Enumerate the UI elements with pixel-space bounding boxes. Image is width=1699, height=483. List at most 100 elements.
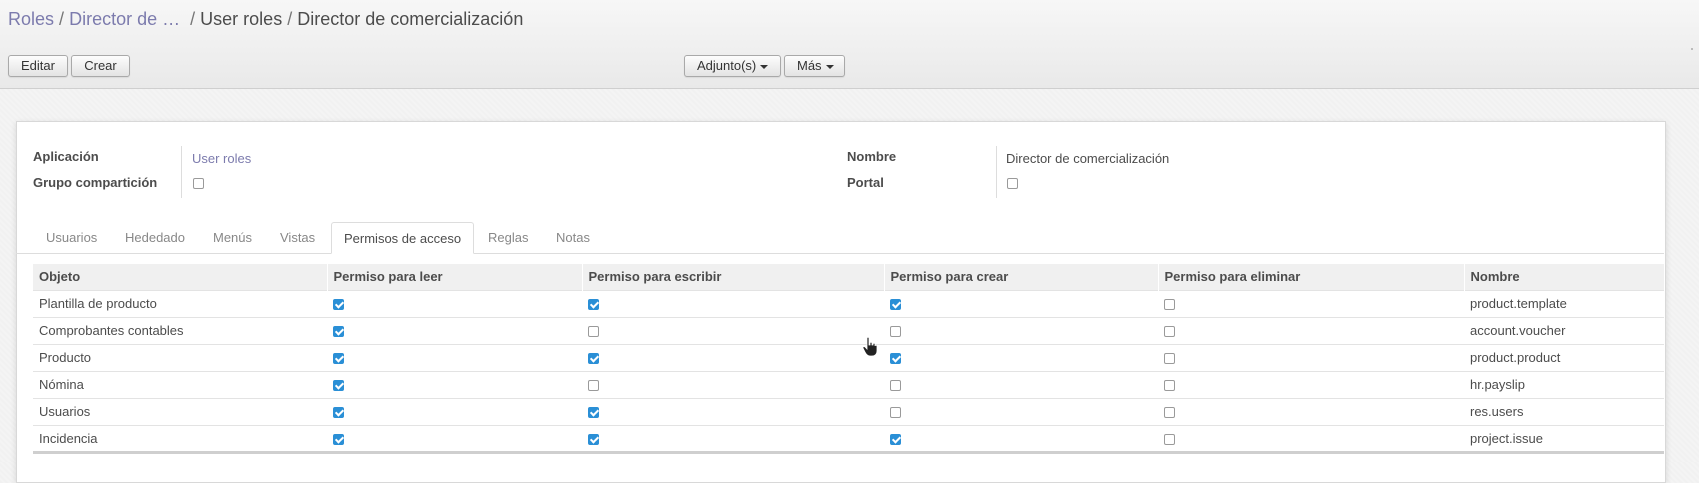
hand-cursor-icon (863, 337, 877, 357)
aplicacion-label: Aplicación (33, 149, 99, 164)
grupo-comparticion-checkbox[interactable] (193, 178, 204, 189)
read-permission-checkbox[interactable] (333, 299, 344, 311)
attachments-dropdown[interactable]: Adjunto(s) (684, 55, 781, 77)
cell-write (582, 424, 884, 452)
unlink-permission-checkbox[interactable] (1164, 434, 1175, 446)
caret-down-icon (760, 64, 769, 69)
cell-unlink (1158, 289, 1464, 317)
tab-permisos-de-acceso[interactable]: Permisos de acceso (331, 222, 475, 254)
write-permission-checkbox[interactable] (588, 434, 599, 446)
cell-objeto: Comprobantes contables (33, 316, 327, 344)
table-row[interactable]: Nómina hr.payslip (33, 370, 1664, 398)
create-permission-checkbox[interactable] (890, 407, 901, 419)
table-header-row: Objeto Permiso para leer Permiso para es… (33, 264, 1665, 290)
write-permission-checkbox[interactable] (588, 407, 599, 419)
unlink-permission-checkbox[interactable] (1164, 353, 1175, 365)
control-panel: Roles / Director de … / User roles / Dir… (0, 0, 1699, 89)
cell-objeto: Plantilla de producto (33, 289, 327, 317)
breadcrumb-separator: / (190, 9, 196, 29)
cell-nombre: product.template (1464, 289, 1664, 317)
grupo-comparticion-label: Grupo compartición (33, 175, 158, 190)
cell-read (327, 397, 582, 425)
column-header-escribir[interactable]: Permiso para escribir (582, 264, 885, 290)
unlink-permission-checkbox[interactable] (1164, 407, 1175, 419)
tab-menus[interactable]: Menús (201, 222, 264, 253)
write-permission-checkbox[interactable] (588, 299, 599, 311)
tab-hededado[interactable]: Hededado (113, 222, 197, 253)
write-permission-checkbox[interactable] (588, 380, 599, 392)
cell-nombre: project.issue (1464, 424, 1664, 452)
table-row[interactable]: Plantilla de producto product.template (33, 289, 1664, 317)
cell-create (884, 370, 1158, 398)
cell-read (327, 424, 582, 452)
breadcrumb-director[interactable]: Director de … (69, 9, 180, 29)
column-header-nombre[interactable]: Nombre (1464, 264, 1665, 290)
breadcrumb-user-roles: User roles (200, 9, 283, 29)
unlink-permission-checkbox[interactable] (1164, 299, 1175, 311)
column-header-crear[interactable]: Permiso para crear (884, 264, 1159, 290)
read-permission-checkbox[interactable] (333, 434, 344, 446)
cell-nombre: product.product (1464, 343, 1664, 371)
read-permission-checkbox[interactable] (333, 407, 344, 419)
table-row[interactable]: Comprobantes contables account.voucher (33, 316, 1664, 344)
column-header-eliminar[interactable]: Permiso para eliminar (1158, 264, 1465, 290)
table-footer (33, 451, 1664, 454)
read-permission-checkbox[interactable] (333, 353, 344, 365)
attachments-label: Adjunto(s) (697, 58, 757, 73)
more-label: Más (797, 58, 822, 73)
table-row[interactable]: Usuarios res.users (33, 397, 1664, 425)
write-permission-checkbox[interactable] (588, 353, 599, 365)
tab-usuarios[interactable]: Usuarios (34, 222, 109, 253)
create-permission-checkbox[interactable] (890, 434, 901, 446)
nombre-label: Nombre (847, 149, 897, 164)
cell-create (884, 343, 1158, 371)
portal-checkbox[interactable] (1007, 178, 1018, 189)
pager-marker (1691, 48, 1693, 50)
cell-read (327, 343, 582, 371)
breadcrumb: Roles / Director de … / User roles / Dir… (8, 8, 523, 30)
column-header-objeto[interactable]: Objeto (33, 264, 328, 290)
cell-read (327, 370, 582, 398)
create-permission-checkbox[interactable] (890, 380, 901, 392)
field-divider (181, 146, 182, 198)
read-permission-checkbox[interactable] (333, 380, 344, 392)
aplicacion-value[interactable]: User roles (192, 151, 251, 166)
create-permission-checkbox[interactable] (890, 299, 901, 311)
tab-notas[interactable]: Notas (544, 222, 602, 253)
cell-nombre: res.users (1464, 397, 1664, 425)
write-permission-checkbox[interactable] (588, 326, 599, 338)
cell-unlink (1158, 424, 1464, 452)
table-row[interactable]: Incidencia project.issue (33, 424, 1664, 452)
cell-write (582, 397, 884, 425)
create-permission-checkbox[interactable] (890, 353, 901, 365)
cell-unlink (1158, 370, 1464, 398)
cell-read (327, 289, 582, 317)
read-permission-checkbox[interactable] (333, 326, 344, 338)
cell-write (582, 316, 884, 344)
cell-objeto: Incidencia (33, 424, 327, 452)
cell-nombre: account.voucher (1464, 316, 1664, 344)
tab-reglas[interactable]: Reglas (476, 222, 540, 253)
cell-write (582, 343, 884, 371)
more-dropdown[interactable]: Más (784, 55, 845, 77)
unlink-permission-checkbox[interactable] (1164, 380, 1175, 392)
cell-unlink (1158, 397, 1464, 425)
column-header-leer[interactable]: Permiso para leer (327, 264, 583, 290)
breadcrumb-roles[interactable]: Roles (8, 9, 54, 29)
access-rights-table: Objeto Permiso para leer Permiso para es… (33, 264, 1665, 452)
create-permission-checkbox[interactable] (890, 326, 901, 338)
unlink-permission-checkbox[interactable] (1164, 326, 1175, 338)
cell-unlink (1158, 316, 1464, 344)
tab-vistas[interactable]: Vistas (268, 222, 327, 253)
nombre-value: Director de comercialización (1006, 151, 1170, 166)
breadcrumb-separator: / (287, 9, 293, 29)
table-row[interactable]: Producto product.product (33, 343, 1664, 371)
cell-write (582, 289, 884, 317)
cell-unlink (1158, 343, 1464, 371)
portal-label: Portal (847, 175, 884, 190)
notebook-tabs: Usuarios Hededado Menús Vistas Permisos … (16, 222, 1664, 254)
cell-nombre: hr.payslip (1464, 370, 1664, 398)
edit-button[interactable]: Editar (8, 55, 68, 77)
cell-write (582, 370, 884, 398)
create-button[interactable]: Crear (71, 55, 130, 77)
